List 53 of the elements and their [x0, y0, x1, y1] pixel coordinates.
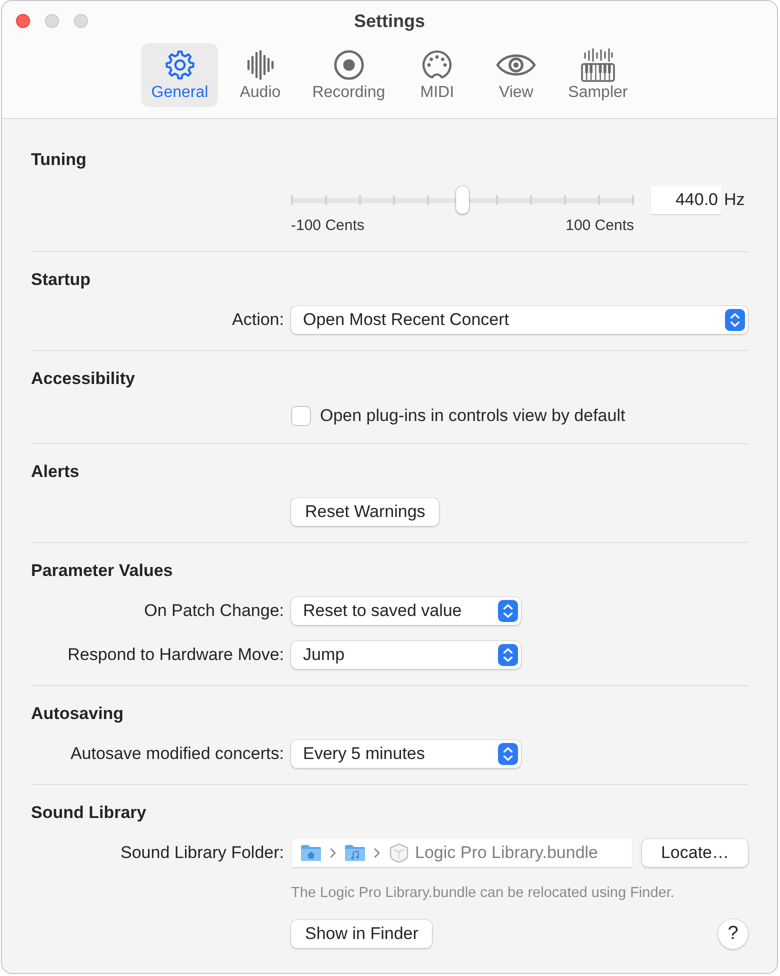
section-heading: Accessibility	[31, 369, 135, 389]
push-button[interactable]: Locate…	[642, 839, 748, 867]
record-icon	[334, 50, 364, 80]
stepper-arrows-icon	[498, 600, 518, 622]
cube-icon	[389, 843, 409, 863]
music-folder-icon	[344, 844, 366, 862]
field-label: Respond to Hardware Move:	[68, 645, 284, 665]
help-button[interactable]: ?	[718, 919, 748, 949]
chevron-icon	[330, 848, 336, 858]
close-button[interactable]	[16, 14, 30, 28]
section-heading: Autosaving	[31, 704, 124, 724]
text-field[interactable]: 440.0	[651, 186, 721, 214]
toolbar-tab[interactable]: Recording	[302, 43, 396, 107]
hint-text: The Logic Pro Library.bundle can be relocated using Finder.	[291, 884, 674, 903]
section-heading: Sound Library	[31, 803, 146, 823]
toolbar-tab[interactable]: View	[479, 43, 554, 107]
window-title: Settings	[354, 10, 425, 32]
gear-icon	[164, 50, 195, 80]
toolbar-tab[interactable]: MIDI	[400, 43, 474, 107]
popup-button[interactable]: Open Most Recent Concert	[291, 306, 748, 334]
slider-min-label: -100 Cents	[291, 217, 364, 235]
checkbox-label[interactable]: Open plug-ins in controls view by default	[320, 406, 626, 426]
path-control[interactable]: Logic Pro Library.bundle	[292, 839, 632, 867]
checkbox[interactable]	[291, 406, 311, 426]
piano-keyboard-icon	[580, 48, 615, 82]
toolbar-tab[interactable]: Sampler	[558, 43, 638, 107]
stepper-arrows-icon	[498, 644, 518, 666]
section-heading: Alerts	[31, 462, 80, 482]
section-heading: Tuning	[31, 150, 86, 170]
toolbar-tab[interactable]: Audio	[223, 43, 298, 107]
popup-button[interactable]: Reset to saved value	[291, 597, 521, 625]
push-button[interactable]: Reset Warnings	[291, 498, 440, 526]
stepper-arrows-icon	[498, 743, 518, 765]
home-folder-icon	[300, 844, 322, 862]
waveform-icon	[246, 50, 274, 80]
chevron-icon	[374, 848, 380, 858]
slider-thumb[interactable]	[456, 186, 469, 214]
din-connector-icon	[422, 50, 452, 80]
section-heading: Startup	[31, 270, 90, 290]
toolbar-tab[interactable]: General	[141, 43, 218, 107]
stepper-arrows-icon	[725, 309, 745, 331]
field-label: Autosave modified concerts:	[70, 744, 284, 764]
push-button[interactable]: Show in Finder	[291, 920, 432, 948]
eye-icon	[496, 53, 536, 77]
popup-button[interactable]: Every 5 minutes	[291, 740, 521, 768]
slider-max-label: 100 Cents	[566, 217, 634, 235]
unit-label: Hz	[724, 189, 745, 211]
slider-track[interactable]	[291, 186, 634, 214]
section-heading: Parameter Values	[31, 561, 173, 581]
field-label: Sound Library Folder:	[120, 843, 284, 863]
field-label: Action:	[232, 310, 284, 330]
popup-button[interactable]: Jump	[291, 641, 521, 669]
field-label: On Patch Change:	[144, 601, 284, 621]
